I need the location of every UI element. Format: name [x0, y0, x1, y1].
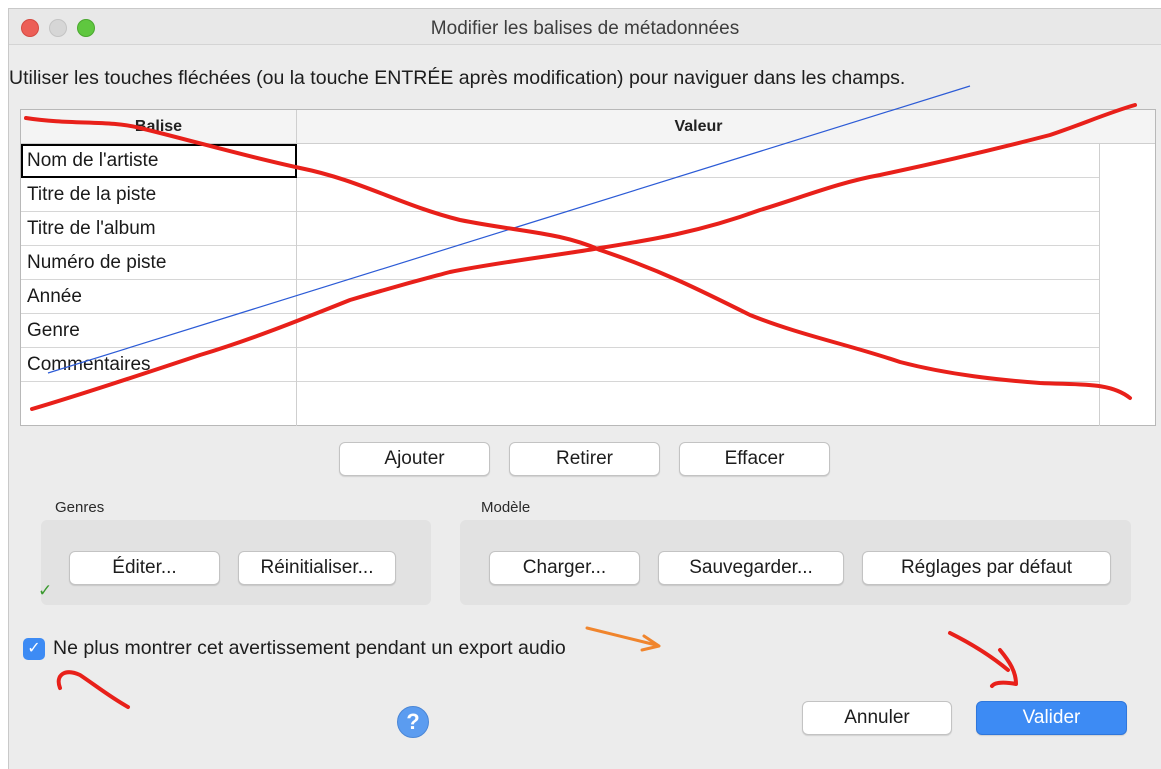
column-header-balise[interactable]: Balise — [21, 110, 297, 144]
title-bar: Modifier les balises de métadonnées — [9, 9, 1161, 45]
cancel-button[interactable]: Annuler — [802, 701, 952, 735]
column-header-valeur[interactable]: Valeur — [298, 110, 1099, 144]
value-cell[interactable] — [298, 348, 1099, 382]
metadata-table: Balise Valeur Nom de l'artiste Titre de … — [20, 109, 1156, 426]
table-row[interactable] — [21, 382, 1099, 426]
template-group-label: Modèle — [481, 499, 531, 516]
save-template-button[interactable]: Sauvegarder... — [658, 551, 844, 585]
table-row[interactable]: Année — [21, 280, 1099, 314]
tag-cell[interactable]: Titre de l'album — [21, 212, 297, 246]
table-row[interactable]: Titre de l'album — [21, 212, 1099, 246]
tag-cell[interactable] — [21, 382, 297, 426]
tag-cell[interactable]: Nom de l'artiste — [21, 144, 297, 178]
value-cell[interactable] — [298, 280, 1099, 314]
default-settings-button[interactable]: Réglages par défaut — [862, 551, 1111, 585]
table-header: Balise Valeur — [21, 110, 1155, 144]
value-cell[interactable] — [298, 178, 1099, 212]
tag-cell[interactable]: Année — [21, 280, 297, 314]
table-row[interactable]: Commentaires — [21, 348, 1099, 382]
value-cell[interactable] — [298, 314, 1099, 348]
add-button[interactable]: Ajouter — [339, 442, 490, 476]
help-button[interactable]: ? — [397, 706, 429, 738]
table-row[interactable]: Numéro de piste — [21, 246, 1099, 280]
tag-cell[interactable]: Commentaires — [21, 348, 297, 382]
genres-group-label: Genres — [55, 499, 105, 516]
remove-button[interactable]: Retirer — [509, 442, 660, 476]
window-title: Modifier les balises de métadonnées — [430, 18, 740, 39]
tag-cell[interactable]: Numéro de piste — [21, 246, 297, 280]
metadata-dialog: Modifier les balises de métadonnées Util… — [8, 8, 1161, 769]
value-cell[interactable] — [298, 382, 1099, 426]
edit-genres-button[interactable]: Éditer... — [69, 551, 220, 585]
dont-show-again-label[interactable]: Ne plus montrer cet avertissement pendan… — [53, 637, 566, 660]
table-row[interactable]: Titre de la piste — [21, 178, 1099, 212]
value-cell[interactable] — [298, 144, 1099, 178]
table-row[interactable]: Genre — [21, 314, 1099, 348]
value-cell[interactable] — [298, 212, 1099, 246]
ok-button[interactable]: Valider — [976, 701, 1127, 735]
instruction-text: Utiliser les touches fléchées (ou la tou… — [9, 67, 906, 89]
load-template-button[interactable]: Charger... — [489, 551, 640, 585]
value-cell[interactable] — [298, 246, 1099, 280]
green-check-mark-icon: ✓ — [38, 581, 53, 600]
column-divider — [1099, 144, 1100, 426]
table-row[interactable]: Nom de l'artiste — [21, 144, 1099, 178]
reset-genres-button[interactable]: Réinitialiser... — [238, 551, 396, 585]
tag-cell[interactable]: Genre — [21, 314, 297, 348]
dont-show-again-checkbox[interactable]: ✓ — [23, 638, 45, 660]
tag-cell[interactable]: Titre de la piste — [21, 178, 297, 212]
clear-button[interactable]: Effacer — [679, 442, 830, 476]
